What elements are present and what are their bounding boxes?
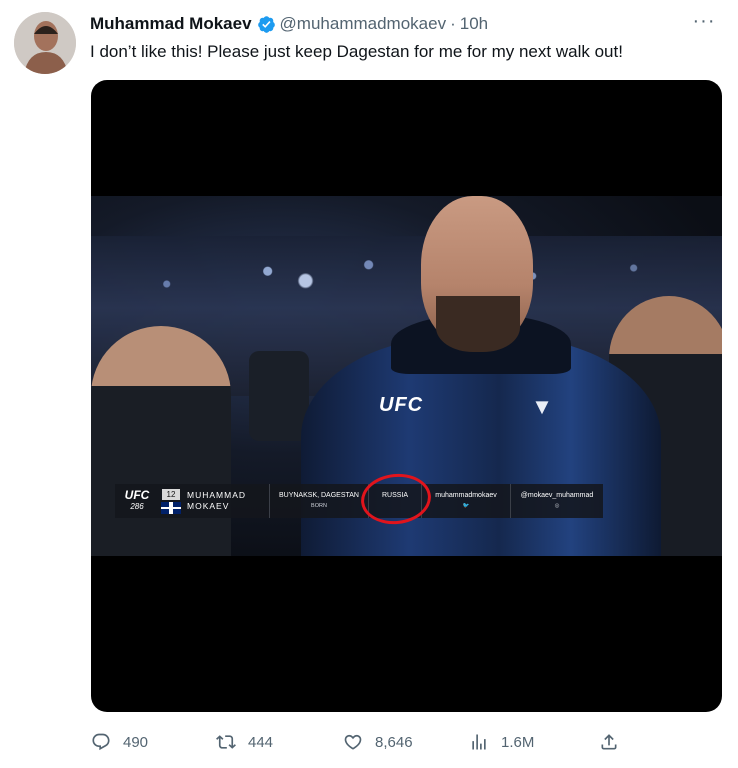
separator-dot: · <box>450 14 456 33</box>
share-button[interactable] <box>599 732 631 752</box>
reply-count: 490 <box>123 733 149 751</box>
avatar[interactable] <box>14 12 76 74</box>
event-logo: UFC 286 <box>115 484 159 518</box>
author-name[interactable]: Muhammad Mokaev <box>90 14 252 34</box>
views-button[interactable]: 1.6M <box>469 732 599 752</box>
born-place-block: BUYNAKSK, DAGESTAN BORN <box>269 484 368 518</box>
twitter-bird-icon: 🐦 <box>462 503 470 509</box>
born-label: BORN <box>311 503 327 509</box>
reply-button[interactable]: 490 <box>91 732 216 752</box>
fighter-beard <box>436 296 520 352</box>
fighter-first-name: MUHAMMAD <box>187 490 246 500</box>
instagram-icon: ◎ <box>554 503 560 509</box>
rank-number: 12 <box>162 488 180 500</box>
like-button[interactable]: 8,646 <box>343 732 469 752</box>
fighter-name: MUHAMMAD MOKAEV <box>183 484 269 518</box>
share-icon <box>601 734 617 750</box>
event-logo-text: UFC <box>124 488 150 502</box>
retweet-count: 444 <box>248 733 274 751</box>
security-guard-left <box>91 326 231 556</box>
heart-icon <box>344 734 362 750</box>
verified-badge-icon <box>257 15 275 33</box>
twitter-block: muhammadmokaev 🐦 <box>421 484 510 518</box>
fighter-lower-third: UFC 286 12 MUHAMMAD MOKAEV BUYNAKSK, DAG… <box>115 484 603 518</box>
views-chart-icon <box>472 734 486 750</box>
born-place: BUYNAKSK, DAGESTAN <box>278 492 359 499</box>
jacket-ufc-logo: UFC <box>379 394 424 416</box>
tweet-header: Muhammad Mokaev @muhammadmokaev · 10h ··… <box>90 11 718 36</box>
like-count: 8,646 <box>375 733 413 751</box>
author-handle[interactable]: @muhammadmokaev <box>280 14 447 34</box>
retweet-button[interactable]: 444 <box>216 732 343 752</box>
instagram-handle: @mokaev_muhammad <box>520 492 594 499</box>
twitter-handle: muhammadmokaev <box>435 492 497 499</box>
tweet-media[interactable]: UFC ▼ UFC 286 12 MUHAMMAD MOKAEV BUYNAKS… <box>91 80 722 712</box>
instagram-block: @mokaev_muhammad ◎ <box>510 484 603 518</box>
event-number: 286 <box>130 502 144 511</box>
tweet-text: I don’t like this! Please just keep Dage… <box>90 42 623 61</box>
venum-logo-icon: ▼ <box>531 394 553 419</box>
timestamp[interactable]: 10h <box>460 14 488 34</box>
tweet-actions: 490 444 8,646 1.6M <box>91 724 631 760</box>
fighter-last-name: MOKAEV <box>187 501 230 511</box>
avatar-image <box>14 12 76 74</box>
retweet-icon <box>216 735 236 749</box>
cameraman <box>249 351 309 441</box>
rank-block: 12 <box>159 484 183 518</box>
reply-icon <box>92 733 110 751</box>
more-options-icon[interactable]: ··· <box>690 11 718 36</box>
uk-flag-icon <box>161 501 181 514</box>
views-count: 1.6M <box>501 733 535 751</box>
video-frame: UFC ▼ UFC 286 12 MUHAMMAD MOKAEV BUYNAKS… <box>91 196 722 556</box>
